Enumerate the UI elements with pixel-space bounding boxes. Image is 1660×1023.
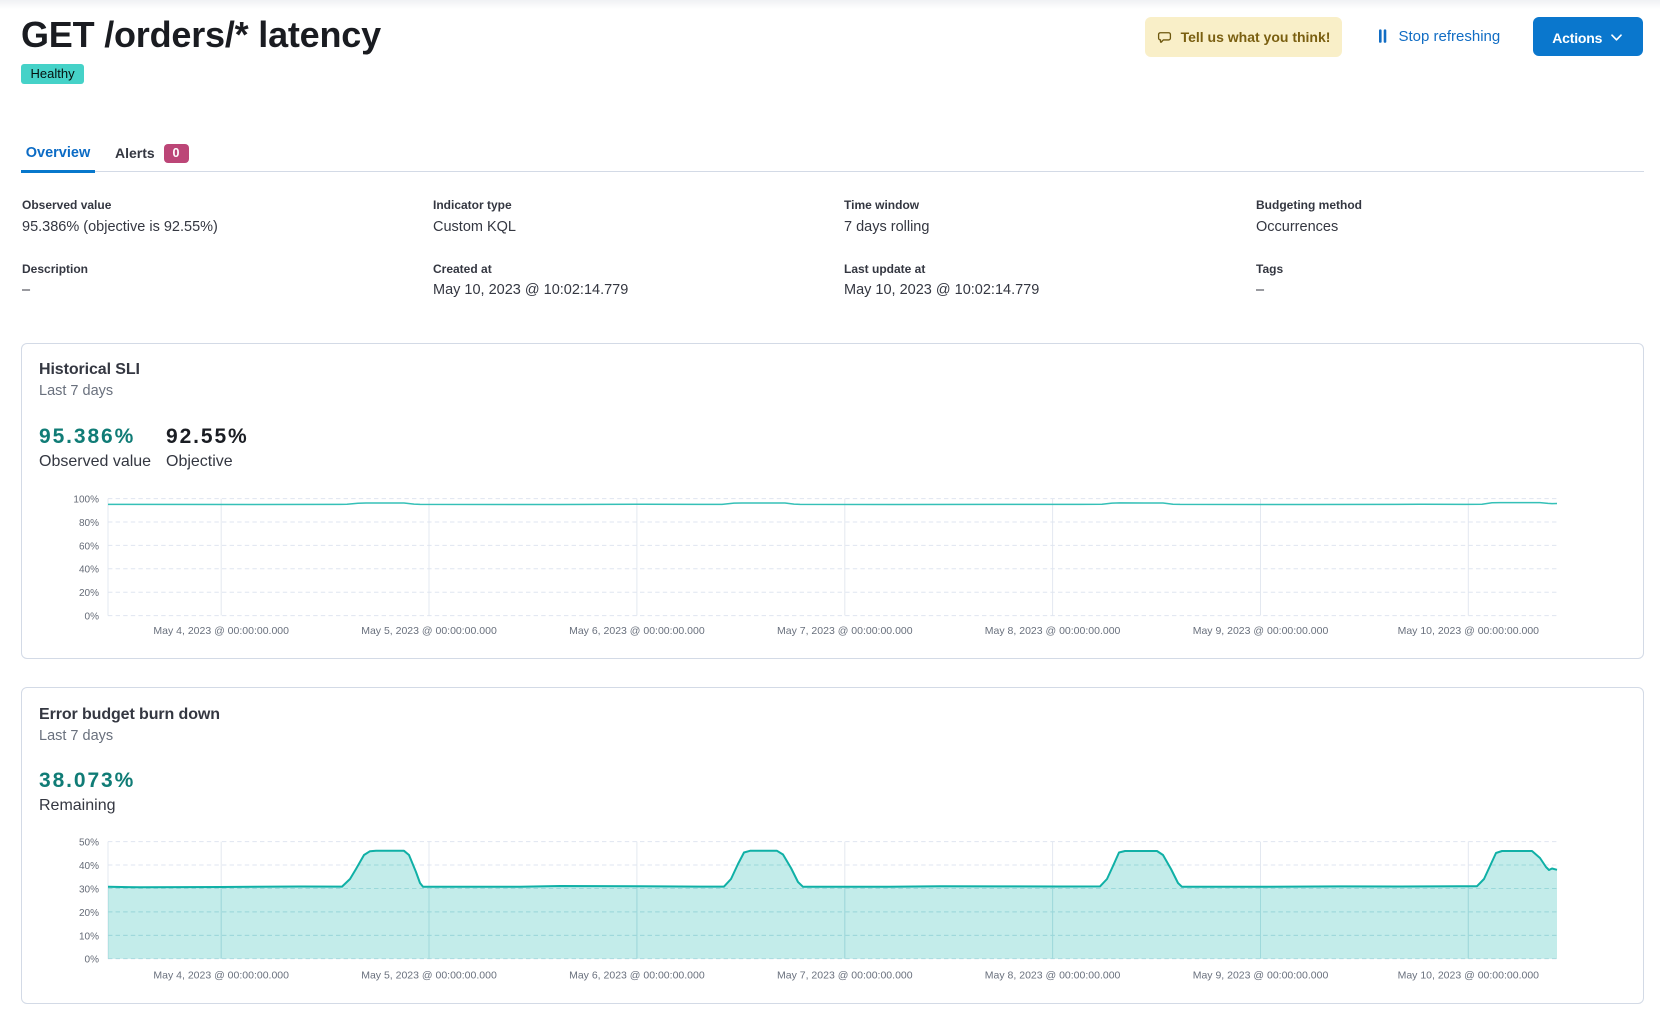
svg-text:May 9, 2023 @ 00:00:00.000: May 9, 2023 @ 00:00:00.000 <box>1193 625 1329 637</box>
svg-text:May 7, 2023 @ 00:00:00.000: May 7, 2023 @ 00:00:00.000 <box>777 625 913 637</box>
svg-text:50%: 50% <box>79 838 99 849</box>
svg-text:20%: 20% <box>79 908 99 919</box>
svg-text:60%: 60% <box>79 541 99 552</box>
svg-text:30%: 30% <box>79 884 99 895</box>
svg-text:May 4, 2023 @ 00:00:00.000: May 4, 2023 @ 00:00:00.000 <box>153 625 289 637</box>
svg-text:May 5, 2023 @ 00:00:00.000: May 5, 2023 @ 00:00:00.000 <box>361 625 497 637</box>
svg-text:May 7, 2023 @ 00:00:00.000: May 7, 2023 @ 00:00:00.000 <box>777 969 913 981</box>
svg-text:May 9, 2023 @ 00:00:00.000: May 9, 2023 @ 00:00:00.000 <box>1193 969 1329 981</box>
svg-text:May 10, 2023 @ 00:00:00.000: May 10, 2023 @ 00:00:00.000 <box>1398 625 1540 637</box>
svg-text:20%: 20% <box>79 588 99 599</box>
svg-text:0%: 0% <box>85 612 100 623</box>
svg-text:May 8, 2023 @ 00:00:00.000: May 8, 2023 @ 00:00:00.000 <box>985 625 1121 637</box>
svg-text:May 8, 2023 @ 00:00:00.000: May 8, 2023 @ 00:00:00.000 <box>985 969 1121 981</box>
svg-text:May 6, 2023 @ 00:00:00.000: May 6, 2023 @ 00:00:00.000 <box>569 969 705 981</box>
svg-text:May 4, 2023 @ 00:00:00.000: May 4, 2023 @ 00:00:00.000 <box>153 969 289 981</box>
svg-text:80%: 80% <box>79 518 99 529</box>
svg-text:May 6, 2023 @ 00:00:00.000: May 6, 2023 @ 00:00:00.000 <box>569 625 705 637</box>
svg-text:100%: 100% <box>73 495 99 506</box>
svg-text:May 10, 2023 @ 00:00:00.000: May 10, 2023 @ 00:00:00.000 <box>1398 969 1540 981</box>
svg-text:10%: 10% <box>79 931 99 942</box>
svg-text:40%: 40% <box>79 565 99 576</box>
svg-text:0%: 0% <box>85 955 100 966</box>
svg-text:May 5, 2023 @ 00:00:00.000: May 5, 2023 @ 00:00:00.000 <box>361 969 497 981</box>
svg-text:40%: 40% <box>79 861 99 872</box>
